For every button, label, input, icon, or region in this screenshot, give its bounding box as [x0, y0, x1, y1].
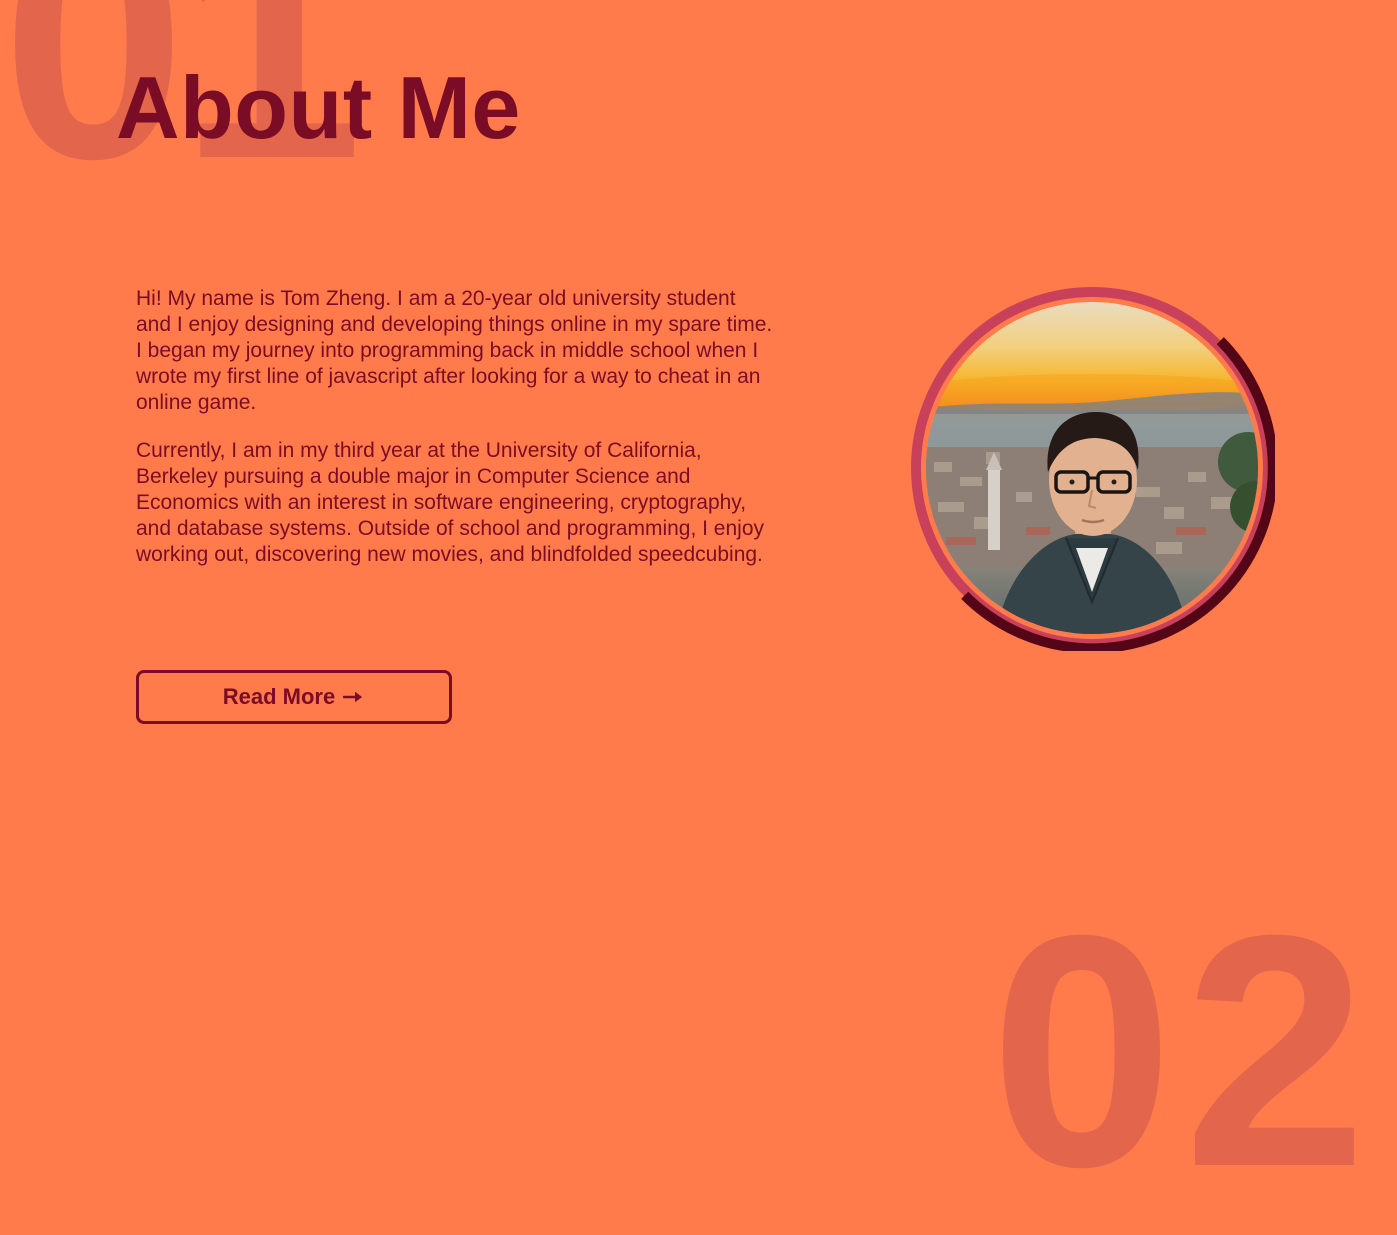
section-title: About Me: [116, 58, 521, 157]
read-more-button[interactable]: Read More: [136, 670, 452, 724]
profile-photo: [926, 302, 1258, 634]
bio-paragraph-1: Hi! My name is Tom Zheng. I am a 20-year…: [136, 287, 773, 414]
profile-photo-image: [926, 374, 1258, 634]
bio-text: Hi! My name is Tom Zheng. I am a 20-year…: [136, 286, 776, 590]
read-more-label: Read More: [222, 684, 336, 709]
arrow-right-icon: [343, 691, 363, 703]
bio-paragraph-2: Currently, I am in my third year at the …: [136, 439, 765, 566]
profile-photo-frame: [909, 285, 1275, 651]
next-section-number-background: 02: [990, 866, 1378, 1235]
